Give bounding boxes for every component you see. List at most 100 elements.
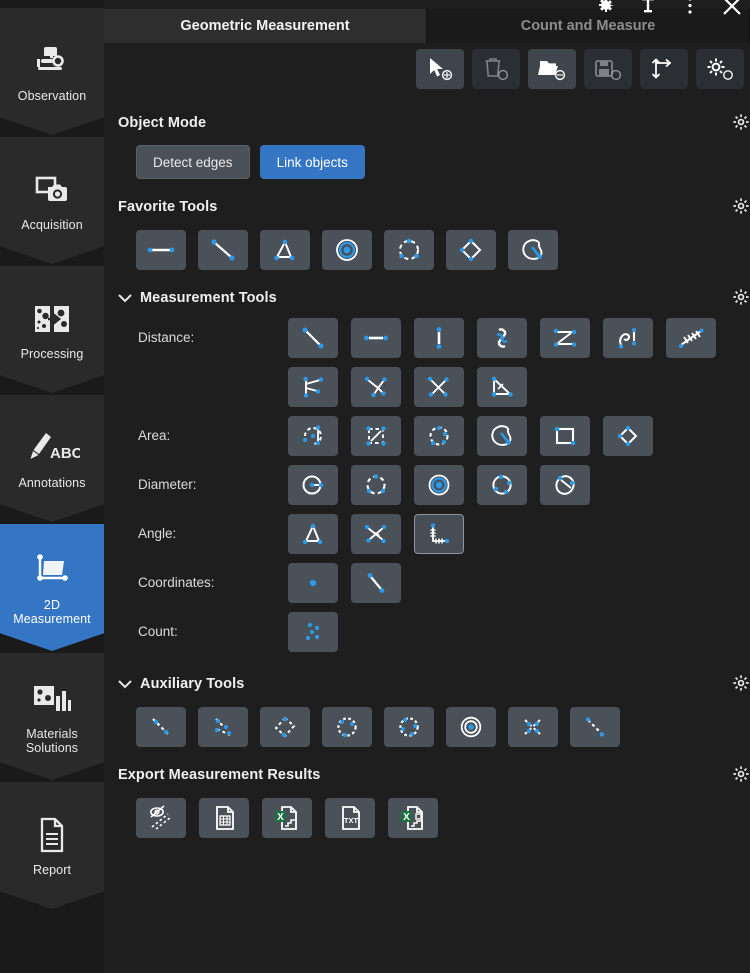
point-to-line-distance-icon[interactable]	[540, 318, 590, 358]
angle-triangle-icon[interactable]	[260, 230, 310, 270]
horizontal-distance-icon[interactable]	[351, 318, 401, 358]
export-buttons-row: X TXT X	[118, 790, 750, 838]
favorite-tools-header: Favorite Tools	[118, 192, 750, 222]
export-txt-icon[interactable]: TXT	[325, 798, 375, 838]
aux-circle-icon[interactable]	[322, 707, 372, 747]
group-label: Area:	[118, 428, 288, 443]
closed-spline-area-icon[interactable]	[414, 416, 464, 456]
sidebar-item-report[interactable]: Report	[0, 782, 104, 909]
circle-radius-icon[interactable]	[288, 465, 338, 505]
multi-parallel-distance-icon[interactable]	[666, 318, 716, 358]
chain-distance-icon[interactable]	[477, 318, 527, 358]
section-title: Export Measurement Results	[118, 767, 320, 783]
export-excel-icon[interactable]: X	[262, 798, 312, 838]
sector-area-icon[interactable]	[288, 416, 338, 456]
processing-icon	[33, 298, 71, 340]
aux-rectangle-icon[interactable]	[260, 707, 310, 747]
calibration-tool-button[interactable]	[640, 49, 688, 89]
gear-icon[interactable]	[732, 765, 750, 783]
point-to-point-line-icon[interactable]	[198, 230, 248, 270]
point-to-polyline-icon[interactable]	[288, 367, 338, 407]
sidebar-item-label: Processing	[21, 347, 84, 362]
sidebar-item-observation[interactable]: Observation	[0, 8, 104, 135]
open-file-tool-button[interactable]	[528, 49, 576, 89]
vertical-distance-icon[interactable]	[414, 318, 464, 358]
arc-three-point-icon[interactable]	[384, 230, 434, 270]
tab-geometric-measurement[interactable]: Geometric Measurement	[104, 9, 427, 43]
rotated-rectangle-area-icon[interactable]	[603, 416, 653, 456]
sidebar-item-acquisition[interactable]: Acquisition	[0, 137, 104, 264]
aux-dashed-line-icon[interactable]	[570, 707, 620, 747]
aux-concentric-circle-icon[interactable]	[446, 707, 496, 747]
point-coordinate-icon[interactable]	[288, 563, 338, 603]
detect-edges-button[interactable]: Detect edges	[136, 145, 250, 179]
report-document-icon	[36, 814, 68, 856]
pin-icon[interactable]	[636, 0, 660, 18]
close-icon[interactable]	[720, 0, 744, 18]
concentric-circle-icon[interactable]	[414, 465, 464, 505]
delete-tool-button[interactable]	[472, 49, 520, 89]
parallel-lines-distance-icon[interactable]	[351, 367, 401, 407]
sidebar-item-label: 2DMeasurement	[13, 598, 91, 627]
link-objects-button[interactable]: Link objects	[260, 145, 365, 179]
rectangle-area-icon[interactable]	[540, 416, 590, 456]
line-coordinate-icon[interactable]	[351, 563, 401, 603]
crossing-lines-distance-icon[interactable]	[414, 367, 464, 407]
four-point-angle-icon[interactable]	[351, 514, 401, 554]
sidebar-item-annotations[interactable]: ABC Annotations	[0, 395, 104, 522]
section-title: Favorite Tools	[118, 199, 217, 215]
sidebar-item-label: Acquisition	[21, 218, 83, 233]
2d-measurement-icon	[32, 549, 72, 591]
concentric-circle-icon[interactable]	[322, 230, 372, 270]
gear-icon[interactable]	[732, 197, 750, 215]
auxiliary-tools-header[interactable]: Auxiliary Tools	[118, 669, 750, 699]
settings-icon[interactable]	[594, 0, 618, 18]
aux-cross-lines-icon[interactable]	[508, 707, 558, 747]
sidebar-item-materials-solutions[interactable]: MaterialsSolutions	[0, 653, 104, 780]
gear-icon[interactable]	[732, 674, 750, 692]
two-point-distance-icon[interactable]	[288, 318, 338, 358]
curve-length-icon[interactable]	[603, 318, 653, 358]
freehand-area-icon[interactable]	[477, 416, 527, 456]
measurement-tools-header[interactable]: Measurement Tools	[118, 283, 750, 313]
object-mode-buttons: Detect edges Link objects	[118, 138, 750, 179]
select-cursor-tool-button[interactable]	[416, 49, 464, 89]
perpendicular-distance-icon[interactable]	[477, 367, 527, 407]
three-point-arc-icon[interactable]	[351, 465, 401, 505]
circle-three-point-icon[interactable]	[477, 465, 527, 505]
chevron-down-icon[interactable]	[118, 293, 132, 303]
area-tools-row	[288, 416, 653, 456]
ellipse-icon[interactable]	[540, 465, 590, 505]
horizontal-distance-icon[interactable]	[136, 230, 186, 270]
distance-tools-row-2	[288, 367, 527, 407]
hide-measurements-icon[interactable]	[136, 798, 186, 838]
group-label: Distance:	[118, 330, 288, 345]
freehand-area-icon[interactable]	[508, 230, 558, 270]
gear-icon[interactable]	[732, 113, 750, 131]
sidebar-item-processing[interactable]: Processing	[0, 266, 104, 393]
sidebar-item-2d-measurement[interactable]: 2DMeasurement	[0, 524, 104, 651]
aux-line-icon[interactable]	[136, 707, 186, 747]
export-table-icon[interactable]	[199, 798, 249, 838]
aux-circle-points-icon[interactable]	[384, 707, 434, 747]
microscope-icon	[33, 40, 71, 82]
aux-two-segment-line-icon[interactable]	[198, 707, 248, 747]
angle-scale-icon[interactable]	[414, 514, 464, 554]
export-excel-image-icon[interactable]: X	[388, 798, 438, 838]
coordinates-tools-row	[288, 563, 401, 603]
more-options-icon[interactable]	[678, 0, 702, 18]
save-tool-button[interactable]	[584, 49, 632, 89]
point-count-icon[interactable]	[288, 612, 338, 652]
group-label: Coordinates:	[118, 575, 288, 590]
section-title: Auxiliary Tools	[140, 676, 244, 692]
annotations-pen-abc-icon: ABC	[24, 427, 80, 469]
three-point-angle-icon[interactable]	[288, 514, 338, 554]
angle-tools-row	[288, 514, 464, 554]
polygon-area-icon[interactable]	[351, 416, 401, 456]
settings-tool-button[interactable]	[696, 49, 744, 89]
rotated-rectangle-icon[interactable]	[446, 230, 496, 270]
svg-text:X: X	[403, 812, 410, 823]
chevron-down-icon[interactable]	[118, 679, 132, 689]
gear-icon[interactable]	[732, 288, 750, 306]
main-sidebar: Observation Acquisition	[0, 0, 104, 973]
